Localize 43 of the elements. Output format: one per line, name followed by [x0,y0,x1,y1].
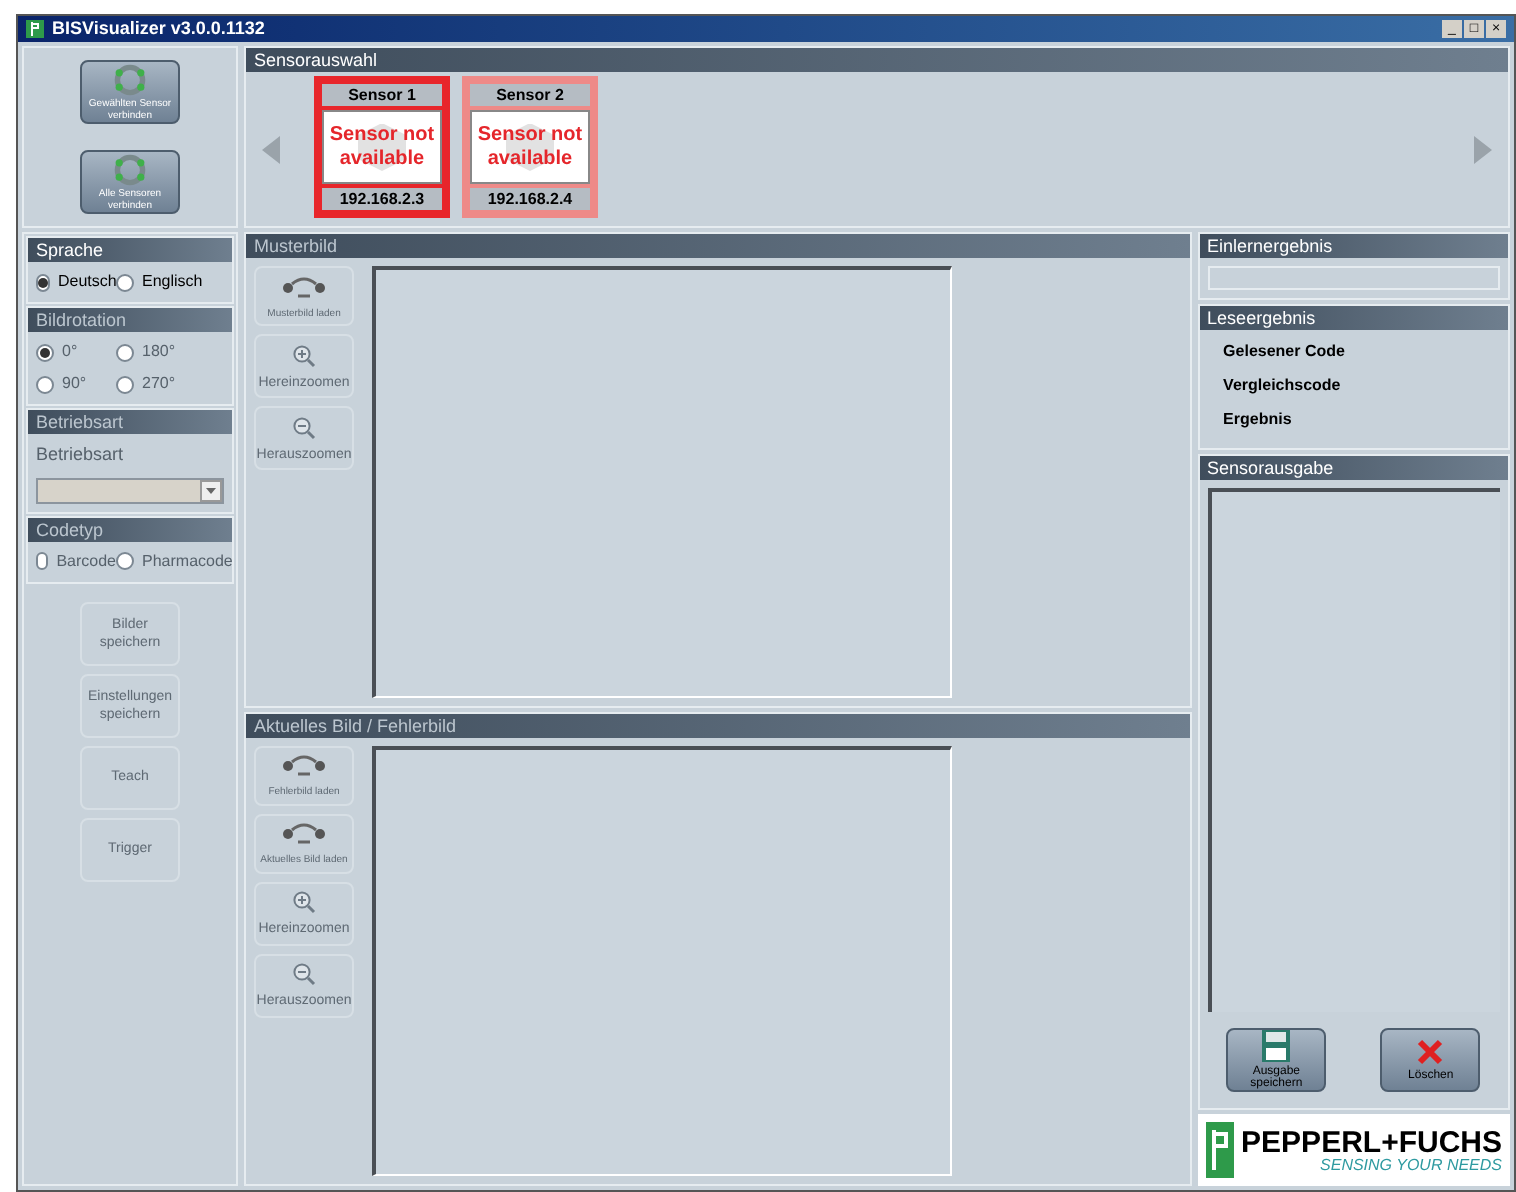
radio-label: 0° [62,340,78,364]
zoom-out-icon [292,962,316,986]
result-label: Ergebnis [1223,408,1294,432]
window-title: BISVisualizer v3.0.0.1132 [52,15,265,42]
dropdown-field[interactable] [36,477,224,503]
radio-label: 270° [142,372,176,396]
field-label: Betriebsart [36,442,126,468]
group-header: Einlernergebnis [1199,234,1508,258]
logo-name: PEPPERL+FUCHS [1241,1127,1502,1157]
ip-address: 192.168.2.3 [322,188,442,210]
radio-label: Deutsch [58,270,117,294]
close-icon [1416,1038,1445,1066]
group-header: Sprache [28,238,232,262]
group-header: Aktuelles Bild / Fehlerbild [246,713,1190,737]
group-header: Bildrotation [28,308,232,332]
sensor-card[interactable]: Sensor 1 Sensor not available 192.168.2.3 [314,76,450,218]
group-header: Betriebsart [28,410,232,434]
status-text: Sensor not available [470,110,590,184]
radio-button[interactable] [116,273,134,291]
zoom-out-icon [292,415,316,439]
group-header: Leseergebnis [1199,306,1508,330]
zoom-in-icon [292,343,316,367]
logo-icon [1205,1122,1234,1178]
radio-label: 180° [142,340,176,364]
status-text: Sensor not available [322,110,442,184]
group-header: Sensorauswahl [246,48,1508,72]
app-icon [26,20,44,38]
zoom-in-icon [292,890,316,914]
group-header: Codetyp [28,517,232,541]
radio-label: 90° [62,372,87,396]
radio-label: Englisch [142,270,203,294]
sensor-name: Sensor 1 [322,84,442,106]
sensor-name: Sensor 2 [470,84,590,106]
result-label: Vergleichscode [1223,374,1343,398]
logo-slogan: SENSING YOUR NEEDS [1320,1157,1502,1173]
group-header: Musterbild [246,234,1190,258]
radio-button[interactable] [36,273,50,291]
group-header: Sensorausgabe [1199,456,1508,480]
sensor-card[interactable]: Sensor 2 Sensor not available 192.168.2.4 [462,76,598,218]
ip-address: 192.168.2.4 [470,188,590,210]
radio-label: Barcode [56,549,116,573]
result-label: Gelesener Code [1223,340,1347,364]
radio-label: Pharmacode [142,549,233,573]
